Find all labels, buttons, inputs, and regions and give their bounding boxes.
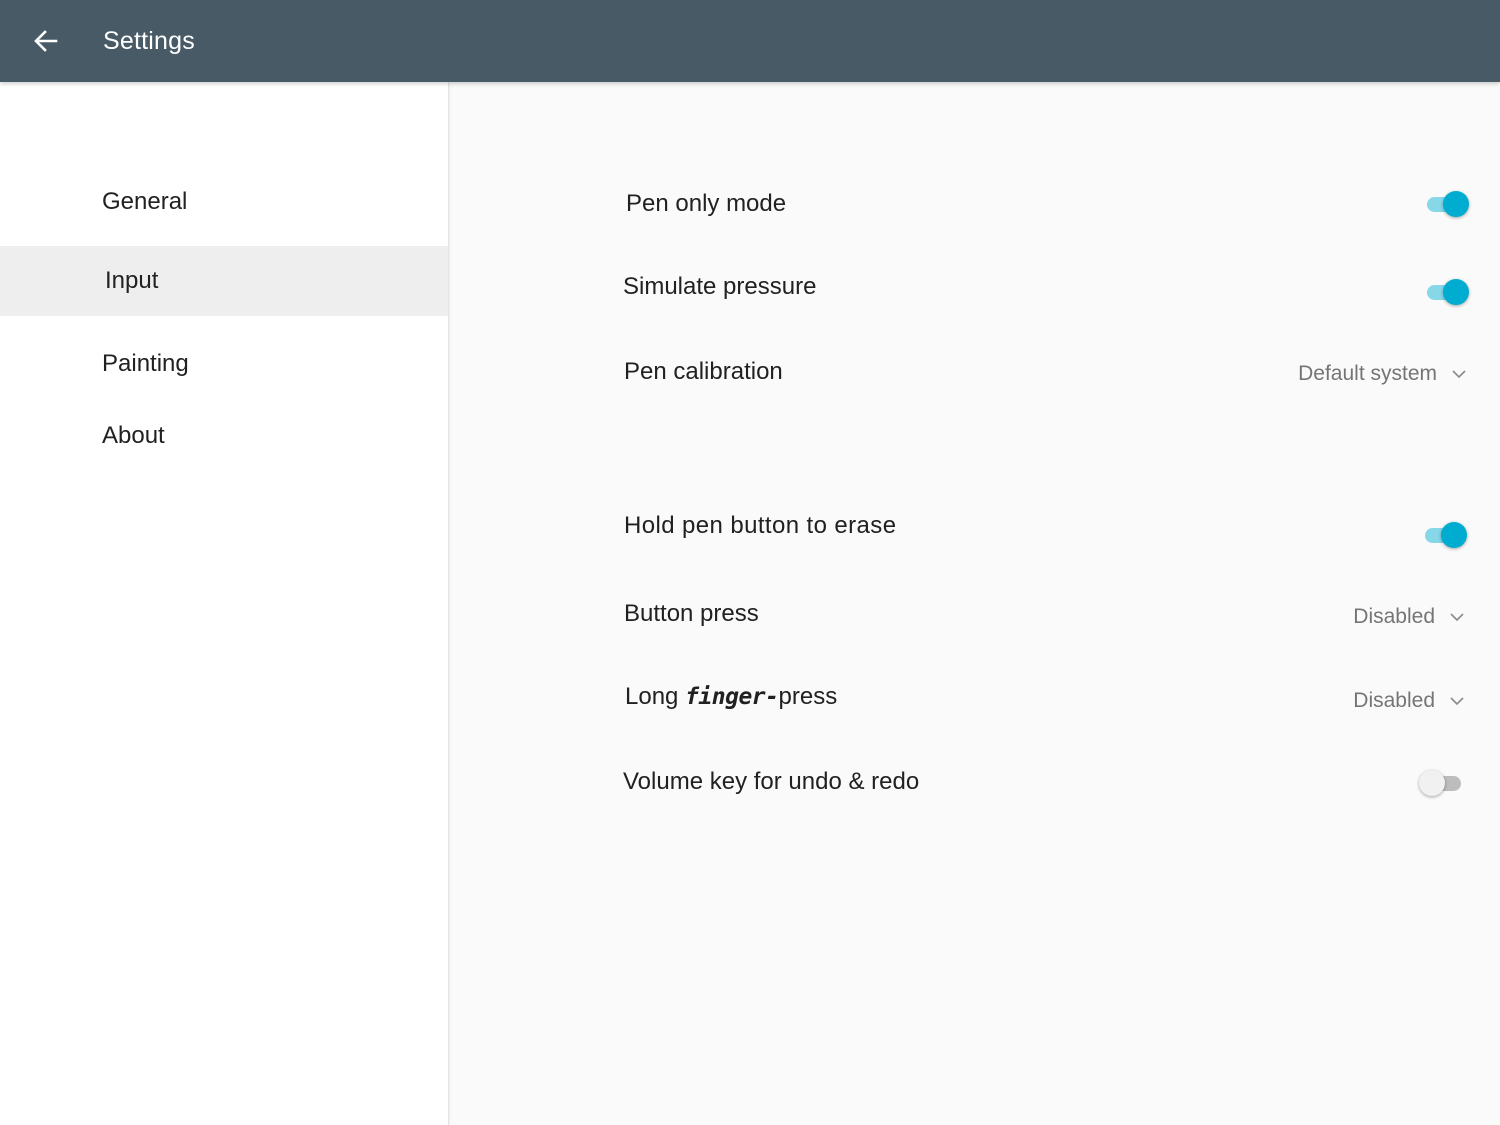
setting-label: Volume key for undo & redo <box>623 768 920 795</box>
sidebar-item-label: Painting <box>102 350 189 377</box>
long-finger-press-dropdown[interactable]: Disabled <box>1353 681 1465 721</box>
simulate-pressure-toggle[interactable] <box>1423 277 1469 307</box>
dropdown-value: Disabled <box>1353 605 1435 628</box>
sidebar-item-painting[interactable]: Painting <box>0 329 448 399</box>
back-button[interactable] <box>26 21 66 61</box>
setting-label-end: press <box>778 683 838 710</box>
setting-label: Pen calibration <box>624 358 783 385</box>
dropdown-value: Default system <box>1298 362 1437 386</box>
sidebar-item-general[interactable]: General <box>0 167 448 237</box>
chevron-down-icon <box>1450 613 1464 622</box>
sidebar-item-label: Input <box>105 267 159 294</box>
sidebar-item-label: About <box>102 422 165 449</box>
pen-only-mode-toggle[interactable] <box>1423 189 1469 219</box>
arrow-left-icon <box>34 30 58 52</box>
setting-row-volume-key: Volume key for undo & redo <box>623 752 1473 812</box>
sidebar: General Input Painting About <box>0 82 449 1125</box>
dropdown-value: Disabled <box>1353 689 1435 713</box>
setting-label: Button press <box>624 600 759 627</box>
setting-label: Pen only mode <box>626 190 787 217</box>
setting-row-long-finger-press: Long finger-press Disabled <box>623 667 1473 727</box>
page-title: Settings <box>103 27 195 55</box>
toggle-knob <box>1443 278 1469 305</box>
volume-key-undo-redo-toggle[interactable] <box>1419 768 1465 798</box>
pen-calibration-dropdown[interactable]: Default system <box>1298 354 1467 394</box>
setting-label-start: Long <box>625 683 679 710</box>
setting-row-pen-calibration: Pen calibration Default system <box>623 342 1473 402</box>
setting-label: Long finger-press <box>625 683 837 711</box>
sidebar-item-input[interactable]: Input <box>0 246 448 316</box>
app-bar: Settings <box>0 0 1500 82</box>
toggle-knob <box>1443 191 1469 217</box>
hold-pen-button-erase-toggle[interactable] <box>1421 520 1467 550</box>
setting-label: Simulate pressure <box>623 273 817 300</box>
button-press-dropdown[interactable]: Disabled <box>1353 597 1465 637</box>
chevron-down-icon <box>1450 697 1464 706</box>
setting-row-button-press: Button press Disabled <box>623 584 1473 644</box>
sidebar-item-label: General <box>102 188 188 215</box>
chevron-down-icon <box>1452 370 1466 379</box>
setting-row-hold-pen-button: Hold pen button to erase <box>623 496 1473 556</box>
setting-label-handwritten: finger- <box>685 684 779 710</box>
sidebar-item-about[interactable]: About <box>0 401 448 471</box>
setting-row-simulate-pressure: Simulate pressure <box>623 257 1473 317</box>
toggle-knob <box>1419 770 1445 797</box>
toggle-knob <box>1441 522 1467 548</box>
settings-panel: Pen only mode Simulate pressure Pen cali… <box>449 82 1500 1125</box>
setting-row-pen-only-mode: Pen only mode <box>623 174 1473 234</box>
setting-label: Hold pen button to erase <box>624 512 897 539</box>
